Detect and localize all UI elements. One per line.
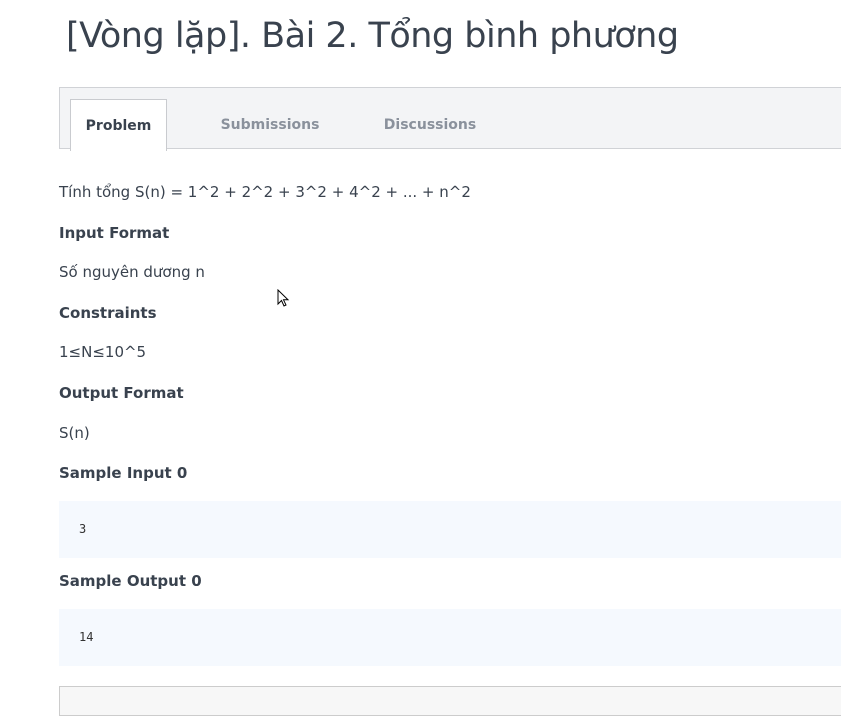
constraints-heading: Constraints bbox=[59, 304, 157, 322]
sample-output-block: 14 bbox=[59, 609, 841, 666]
tab-discussions[interactable]: Discussions bbox=[370, 99, 490, 150]
sample-input-heading: Sample Input 0 bbox=[59, 464, 188, 482]
tab-problem[interactable]: Problem bbox=[70, 99, 167, 151]
input-format-text: Số nguyên dương n bbox=[59, 263, 205, 281]
output-format-text: S(n) bbox=[59, 424, 90, 442]
sample-output-heading: Sample Output 0 bbox=[59, 572, 202, 590]
output-format-heading: Output Format bbox=[59, 384, 184, 402]
tab-submissions[interactable]: Submissions bbox=[205, 99, 335, 150]
constraints-text: 1≤N≤10^5 bbox=[59, 343, 147, 361]
input-format-heading: Input Format bbox=[59, 224, 170, 242]
mouse-cursor-icon bbox=[277, 289, 290, 307]
tab-bar: Problem Submissions Discussions bbox=[59, 87, 841, 151]
editor-panel bbox=[59, 686, 841, 716]
sample-input-block: 3 bbox=[59, 501, 841, 558]
page-title: [Vòng lặp]. Bài 2. Tổng bình phương bbox=[66, 16, 679, 56]
problem-statement: Tính tổng S(n) = 1^2 + 2^2 + 3^2 + 4^2 +… bbox=[59, 183, 471, 201]
